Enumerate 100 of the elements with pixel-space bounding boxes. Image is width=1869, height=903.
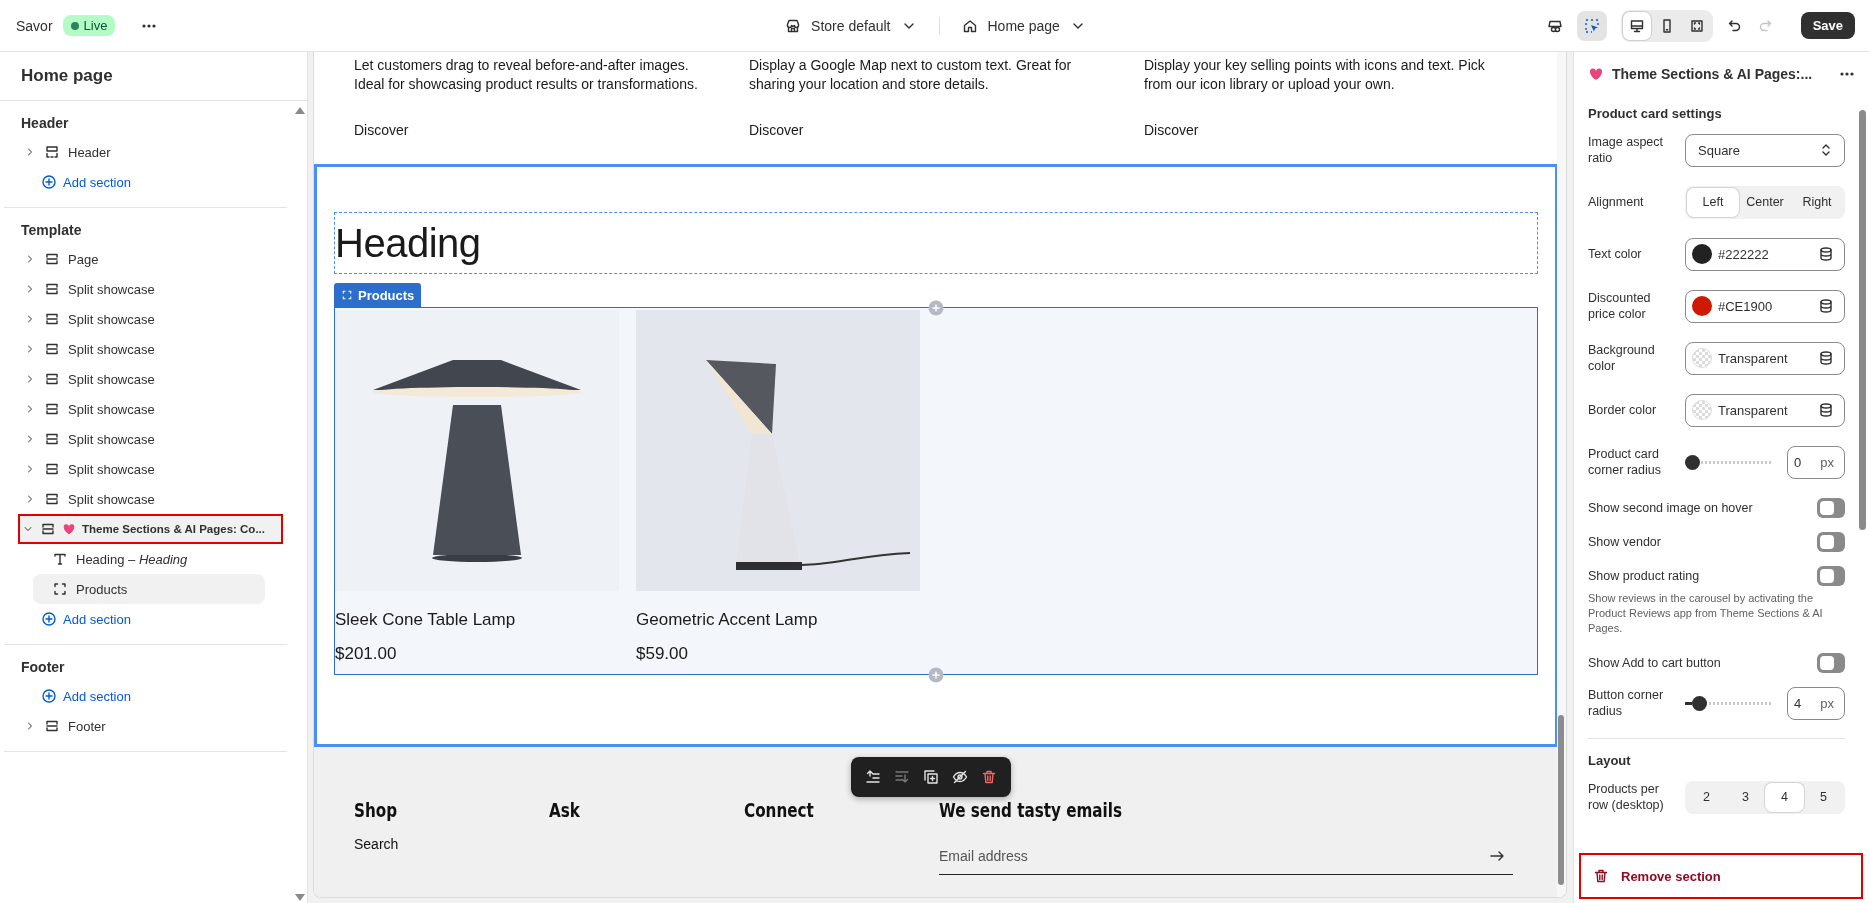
- slider-thumb[interactable]: [1685, 454, 1700, 470]
- section-icon: [44, 461, 60, 477]
- field-label: Show second image on hover: [1588, 500, 1753, 516]
- section-item[interactable]: Theme Sections & AI Pages: Co...: [18, 514, 283, 544]
- color-field[interactable]: #222222: [1685, 237, 1845, 271]
- add-section-button[interactable]: Add section: [4, 167, 131, 197]
- segment-option[interactable]: Left: [1687, 187, 1739, 217]
- product-name[interactable]: Geometric Accent Lamp: [636, 610, 920, 630]
- section-icon: [44, 401, 60, 417]
- segment-option[interactable]: 5: [1804, 782, 1843, 812]
- plus-circle-icon: [41, 688, 57, 704]
- field-label: Discounted price color: [1588, 290, 1652, 322]
- block-item[interactable]: Heading – Heading: [33, 544, 265, 574]
- dashed-frame-icon: [341, 289, 353, 301]
- cursor-icon: [1583, 17, 1600, 34]
- desktop-icon: [1628, 17, 1645, 34]
- transparent-swatch: [1692, 348, 1712, 368]
- field-label: Show product rating: [1588, 568, 1700, 584]
- section-item[interactable]: Split showcase: [4, 304, 281, 334]
- select-field[interactable]: Square: [1685, 133, 1845, 167]
- fullscreen-icon: [1688, 17, 1705, 34]
- home-icon: [961, 17, 978, 34]
- discover-link[interactable]: Discover: [354, 122, 749, 138]
- feature-description: Display your key selling points with icons and text. Pick from our icon library or upload your own.: [1144, 56, 1486, 94]
- field-label: Button corner radius: [1588, 687, 1665, 719]
- database-icon: [1818, 246, 1834, 262]
- text-icon: [52, 551, 68, 567]
- heart-icon: [1588, 66, 1604, 82]
- store-name: Savor: [16, 17, 53, 34]
- save-button[interactable]: Save: [1800, 12, 1855, 39]
- section-heading[interactable]: Heading: [334, 212, 1538, 274]
- section-item[interactable]: Header: [4, 137, 281, 167]
- section-icon: [44, 341, 60, 357]
- section-item[interactable]: Split showcase: [4, 334, 281, 364]
- section-item[interactable]: Split showcase: [4, 424, 281, 454]
- segment-option[interactable]: 4: [1765, 782, 1804, 812]
- footer-heading: Shop: [354, 799, 399, 821]
- add-section-button[interactable]: Add section: [4, 604, 131, 634]
- block-item[interactable]: Products: [33, 574, 265, 604]
- number-field[interactable]: 4 px: [1787, 686, 1845, 720]
- color-field[interactable]: #CE1900: [1685, 289, 1845, 323]
- number-field[interactable]: 0 px: [1787, 445, 1845, 479]
- field-label: Alignment: [1588, 194, 1645, 210]
- move-up-icon[interactable]: [865, 769, 881, 785]
- trash-icon: [1593, 868, 1609, 884]
- segment-option[interactable]: 3: [1726, 782, 1765, 812]
- add-section-button[interactable]: Add section: [4, 681, 131, 711]
- section-icon: [44, 251, 60, 267]
- database-icon: [1818, 402, 1834, 418]
- section-item[interactable]: Split showcase: [4, 484, 281, 514]
- remove-section-button[interactable]: Remove section: [1579, 853, 1863, 899]
- lamp-photo[interactable]: [636, 310, 920, 591]
- toggle-switch[interactable]: [1817, 566, 1845, 586]
- desktop-view-button[interactable]: [1622, 11, 1651, 40]
- color-field[interactable]: Transparent: [1685, 341, 1845, 375]
- footer-heading: Ask: [549, 799, 581, 821]
- database-icon: [1818, 298, 1834, 314]
- group-heading: Footer: [20, 658, 66, 677]
- segment-option[interactable]: Right: [1791, 187, 1843, 217]
- section-item[interactable]: Split showcase: [4, 454, 281, 484]
- section-icon: [44, 371, 60, 387]
- section-icon: [40, 521, 56, 537]
- section-item[interactable]: Split showcase: [4, 274, 281, 304]
- section-icon: [44, 431, 60, 447]
- section-icon: [44, 281, 60, 297]
- panel-title: Home page: [0, 52, 307, 101]
- toggle-switch[interactable]: [1817, 532, 1845, 552]
- feature-description: Let customers drag to reveal before-and-after images. Ideal for showcasing product results or transformations.: [354, 56, 699, 94]
- block-label[interactable]: Products: [334, 283, 422, 307]
- segment-option[interactable]: 2: [1687, 782, 1726, 812]
- discover-link[interactable]: Discover: [1144, 122, 1539, 138]
- color-field[interactable]: Transparent: [1685, 393, 1845, 427]
- duplicate-icon[interactable]: [923, 769, 939, 785]
- scrollbar[interactable]: [1557, 52, 1566, 897]
- section-item[interactable]: Footer: [4, 711, 281, 741]
- section-item[interactable]: Split showcase: [4, 364, 281, 394]
- slider-thumb[interactable]: [1692, 695, 1708, 711]
- group-heading: Template: [20, 221, 83, 240]
- section-icon: [44, 311, 60, 327]
- field-label: Products per row (desktop): [1588, 781, 1665, 813]
- inspector-button[interactable]: [1576, 10, 1607, 41]
- plus-circle-icon: [41, 611, 57, 627]
- hide-icon[interactable]: [952, 769, 968, 785]
- section-item[interactable]: Split showcase: [4, 394, 281, 424]
- toggle-switch[interactable]: [1817, 498, 1845, 518]
- theme-selector[interactable]: Store default: [785, 13, 917, 38]
- section-item[interactable]: Page: [4, 244, 281, 274]
- dashed-frame-icon: [52, 581, 68, 597]
- product-name[interactable]: Sleek Cone Table Lamp: [335, 610, 619, 630]
- field-label: Text color: [1588, 246, 1643, 262]
- footer-link[interactable]: Search: [354, 836, 549, 852]
- delete-icon[interactable]: [981, 769, 997, 785]
- page-selector[interactable]: Home page: [961, 13, 1086, 38]
- field-label: Image aspect ratio: [1588, 134, 1665, 166]
- help-text: Show reviews in the carousel by activating the Product Reviews app from Theme Sections & AI Pages.: [1588, 591, 1824, 636]
- segment-option[interactable]: Center: [1739, 187, 1791, 217]
- email-field[interactable]: Email address: [939, 837, 1513, 875]
- section-icon: [44, 718, 60, 734]
- discover-link[interactable]: Discover: [749, 122, 1144, 138]
- toggle-switch[interactable]: [1817, 653, 1845, 673]
